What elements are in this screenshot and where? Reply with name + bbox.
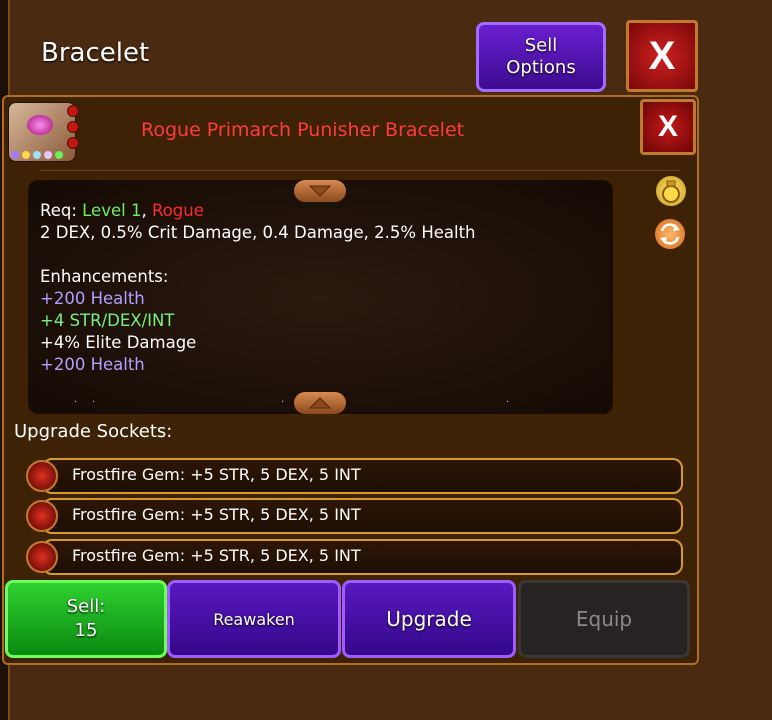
socket-row[interactable]: Frostfire Gem: +5 STR, 5 DEX, 5 INT — [26, 458, 683, 494]
sell-value: 15 — [74, 620, 98, 641]
enhancement-line: +200 Health — [40, 355, 145, 374]
socket-indicator — [67, 121, 79, 133]
socket-indicator — [67, 137, 79, 149]
enhancement-line: +4% Elite Damage — [40, 333, 197, 352]
decor-dot: · — [74, 397, 78, 408]
rarity-dots — [11, 151, 63, 159]
decor-dot: · — [92, 397, 96, 408]
sell-button[interactable]: Sell: 15 — [5, 580, 167, 658]
rarity-dot — [22, 151, 30, 159]
close-item-button[interactable]: X — [640, 99, 696, 155]
socket-indicators — [67, 105, 79, 149]
reawaken-label: Reawaken — [213, 609, 295, 629]
reawaken-button[interactable]: Reawaken — [167, 580, 341, 658]
req-level: Level 1 — [82, 201, 142, 220]
frostfire-gem-icon — [26, 541, 58, 573]
rarity-dot — [11, 151, 19, 159]
equip-label: Equip — [575, 607, 633, 631]
swap-button[interactable] — [655, 219, 685, 249]
scroll-up-button[interactable] — [294, 392, 346, 414]
upgrade-button[interactable]: Upgrade — [342, 580, 516, 658]
item-name: Rogue Primarch Punisher Bracelet — [141, 119, 465, 141]
frostfire-gem-icon — [26, 500, 58, 532]
rarity-dot — [33, 151, 41, 159]
equip-button[interactable]: Equip — [518, 580, 690, 658]
socket-text: Frostfire Gem: +5 STR, 5 DEX, 5 INT — [72, 465, 361, 484]
socket-text: Frostfire Gem: +5 STR, 5 DEX, 5 INT — [72, 505, 361, 524]
close-window-button[interactable]: X — [626, 20, 698, 92]
sell-button-content: Sell: 15 — [67, 595, 106, 643]
bracelet-gem-icon — [27, 115, 53, 135]
money-bag-icon — [662, 180, 680, 203]
swap-arrows-icon — [660, 223, 680, 245]
close-icon: X — [648, 33, 676, 78]
requirements-line: Req: Level 1, Rogue — [40, 200, 476, 222]
socket-indicator — [67, 105, 79, 117]
base-stats: 2 DEX, 0.5% Crit Damage, 0.4 Damage, 2.5… — [40, 223, 476, 242]
socket-row[interactable]: Frostfire Gem: +5 STR, 5 DEX, 5 INT — [26, 539, 683, 575]
enhancements-title: Enhancements: — [40, 267, 169, 286]
item-description: Req: Level 1, Rogue 2 DEX, 0.5% Crit Dam… — [40, 200, 476, 376]
chevron-up-icon — [309, 397, 331, 409]
divider — [40, 170, 680, 171]
chevron-down-icon — [309, 185, 331, 197]
scroll-down-button[interactable] — [294, 180, 346, 202]
req-sep: , — [141, 201, 152, 220]
gold-bag-icon[interactable] — [656, 176, 686, 206]
upgrade-sockets-label: Upgrade Sockets: — [14, 421, 173, 442]
decor-dot: · — [506, 397, 510, 408]
sell-options-label: Sell Options — [506, 35, 576, 78]
socket-text: Frostfire Gem: +5 STR, 5 DEX, 5 INT — [72, 546, 361, 565]
enhancement-line: +200 Health — [40, 289, 145, 308]
socket-row[interactable]: Frostfire Gem: +5 STR, 5 DEX, 5 INT — [26, 498, 683, 534]
rarity-dot — [44, 151, 52, 159]
sell-label: Sell: — [66, 596, 106, 617]
sell-options-button[interactable]: Sell Options — [476, 22, 606, 92]
page-title: Bracelet — [41, 38, 150, 68]
enhancement-line: +4 STR/DEX/INT — [40, 311, 175, 330]
upgrade-label: Upgrade — [386, 607, 472, 631]
frostfire-gem-icon — [26, 460, 58, 492]
req-prefix: Req: — [40, 201, 83, 220]
close-icon: X — [657, 110, 678, 143]
rarity-dot — [55, 151, 63, 159]
bracelet-item-icon — [8, 102, 79, 162]
req-class: Rogue — [151, 201, 204, 220]
decor-dot: · — [281, 397, 285, 408]
